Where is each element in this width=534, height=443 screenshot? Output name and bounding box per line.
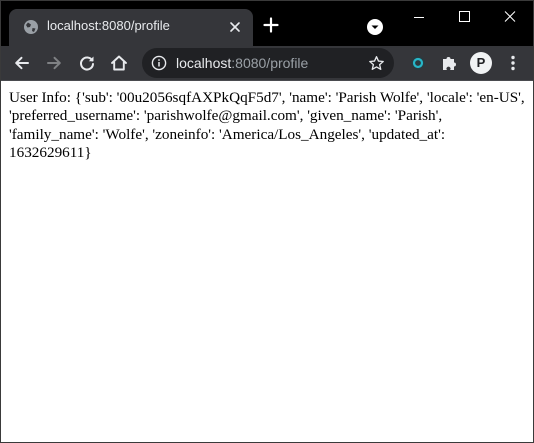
tab-strip: localhost:8080/profile xyxy=(1,1,533,46)
profile-avatar[interactable]: P xyxy=(470,52,492,74)
globe-icon xyxy=(24,20,38,34)
home-icon[interactable] xyxy=(109,53,129,73)
url-path: :8080/profile xyxy=(231,55,309,71)
browser-window: localhost:8080/profile localhost:8080/pr… xyxy=(0,0,534,443)
maximize-icon[interactable] xyxy=(442,1,486,33)
site-info-icon[interactable] xyxy=(151,55,167,71)
bookmark-star-icon[interactable] xyxy=(368,55,385,72)
tab-search-icon[interactable] xyxy=(366,18,384,36)
minimize-icon[interactable] xyxy=(397,1,441,33)
back-arrow-icon[interactable] xyxy=(12,53,32,73)
user-info-text: User Info: {'sub': '00u2056sqfAXPkQqF5d7… xyxy=(9,89,525,161)
forward-arrow-icon[interactable] xyxy=(44,53,64,73)
browser-toolbar: localhost:8080/profile P xyxy=(1,46,533,81)
close-window-icon[interactable] xyxy=(488,1,532,33)
active-tab[interactable]: localhost:8080/profile xyxy=(9,9,253,46)
tab-title: localhost:8080/profile xyxy=(47,18,170,33)
extension-icon[interactable] xyxy=(408,53,428,73)
url-text[interactable]: localhost:8080/profile xyxy=(176,55,308,71)
reload-icon[interactable] xyxy=(77,53,97,73)
close-tab-icon[interactable] xyxy=(226,18,244,36)
new-tab-icon[interactable] xyxy=(263,17,279,33)
address-bar[interactable]: localhost:8080/profile xyxy=(142,48,394,78)
url-host: localhost xyxy=(176,55,232,71)
more-menu-icon[interactable] xyxy=(503,53,523,73)
extensions-puzzle-icon[interactable] xyxy=(439,53,459,73)
